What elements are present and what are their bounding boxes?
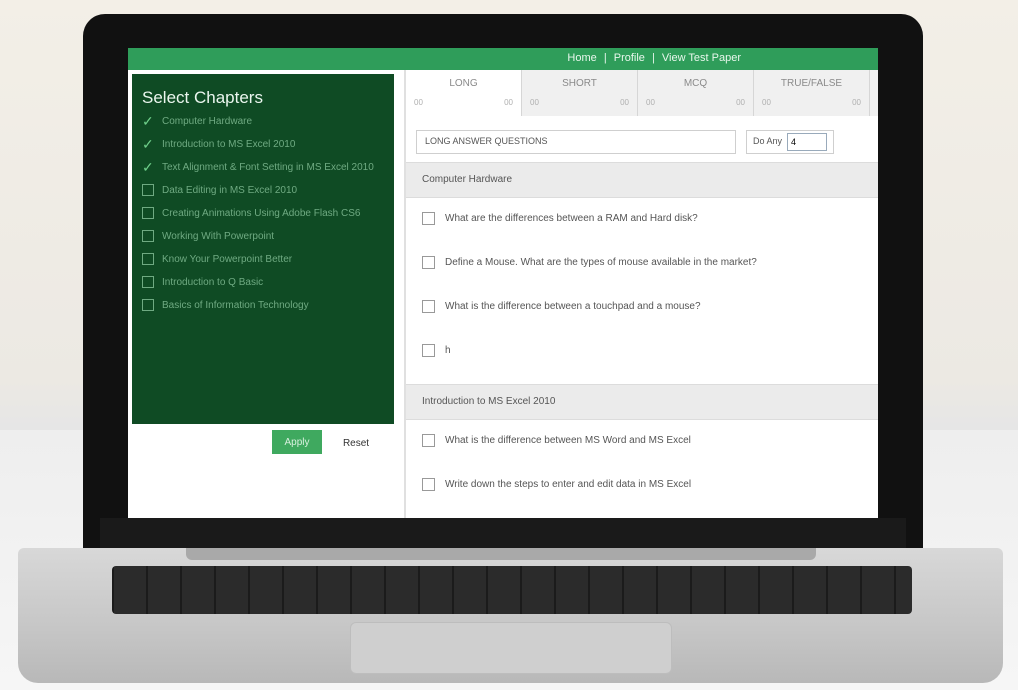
tab-label: TRUE/FALSE (780, 78, 843, 89)
question-checkbox[interactable] (422, 478, 435, 491)
tab-counts: 00 00 (646, 98, 745, 107)
checkmark-icon[interactable]: ✓ (142, 160, 154, 174)
chapter-item[interactable]: ✓ Introduction to MS Excel 2010 (142, 137, 388, 152)
question-checkbox[interactable] (422, 212, 435, 225)
tab-label: SHORT (562, 78, 597, 89)
chapter-checkbox[interactable] (142, 230, 154, 242)
tab-count: 00 (762, 98, 771, 107)
tab-count: 00 (852, 98, 861, 107)
chapter-item[interactable]: Know Your Powerpoint Better (142, 252, 388, 267)
nav-link-home[interactable]: Home (567, 52, 596, 64)
tab-label: MCQ (683, 78, 708, 89)
chapter-item[interactable]: Creating Animations Using Adobe Flash CS… (142, 206, 388, 221)
chapter-label: Computer Hardware (162, 116, 253, 127)
do-any-label: Do Any (753, 136, 783, 146)
question-checkbox[interactable] (422, 256, 435, 269)
chapter-item[interactable]: Working With Powerpoint (142, 229, 388, 244)
chapter-checkbox[interactable] (142, 184, 154, 196)
chapter-checkbox[interactable] (142, 253, 154, 265)
chapter-label: Creating Animations Using Adobe Flash CS… (162, 208, 361, 219)
question-item[interactable]: Write down the steps to enter and edit d… (422, 478, 691, 491)
question-text: Define a Mouse. What are the types of mo… (445, 257, 757, 268)
tab-count: 00 (620, 98, 629, 107)
nav-separator: | (651, 52, 655, 64)
top-nav-links: Home | Profile | View Test Paper (565, 52, 743, 64)
question-checkbox[interactable] (422, 344, 435, 357)
tab-counts: 00 00 (414, 98, 513, 107)
do-any-field: Do Any (746, 130, 834, 154)
tab-count: 00 (646, 98, 655, 107)
nav-separator: | (603, 52, 607, 64)
chapter-label: Introduction to MS Excel 2010 (162, 139, 296, 150)
tab-counts: 00 00 (762, 98, 861, 107)
chapter-checkbox[interactable] (142, 207, 154, 219)
chapter-checkbox[interactable] (142, 276, 154, 288)
chapter-item[interactable]: ✓ Computer Hardware (142, 114, 388, 129)
chapter-label: Data Editing in MS Excel 2010 (162, 185, 298, 196)
question-text: h (445, 345, 451, 356)
chapter-label: Basics of Information Technology (162, 300, 309, 311)
question-text: What is the difference between a touchpa… (445, 301, 701, 312)
chapter-sidebar: Select Chapters ✓ Computer Hardware ✓ In… (132, 74, 394, 454)
tab-count: 00 (736, 98, 745, 107)
reset-button[interactable]: Reset (330, 432, 382, 454)
chapter-item[interactable]: Basics of Information Technology (142, 298, 388, 313)
section-header: Computer Hardware (406, 162, 878, 198)
chapter-checkbox[interactable] (142, 299, 154, 311)
question-item[interactable]: h (422, 344, 451, 357)
do-any-input[interactable] (787, 133, 827, 151)
question-checkbox[interactable] (422, 300, 435, 313)
question-type-tabs: LONG 00 00 SHORT 00 00 MCQ 00 00 TRUE/FA… (406, 70, 878, 116)
question-text: What is the difference between MS Word a… (445, 435, 691, 446)
tab-counts: 00 00 (530, 98, 629, 107)
chapter-label: Text Alignment & Font Setting in MS Exce… (162, 162, 374, 173)
question-text: Write down the steps to enter and edit d… (445, 479, 692, 490)
tab-true-false[interactable]: TRUE/FALSE 00 00 (754, 70, 870, 116)
question-item[interactable]: What is the difference between a touchpa… (422, 300, 701, 313)
tab-count: 00 (414, 98, 423, 107)
question-item[interactable]: Define a Mouse. What are the types of mo… (422, 256, 757, 269)
tab-count: 00 (530, 98, 539, 107)
chapter-item[interactable]: Introduction to Q Basic (142, 275, 388, 290)
chapter-label: Working With Powerpoint (162, 231, 275, 242)
laptop-bezel-bottom (100, 518, 906, 550)
chapter-item[interactable]: Data Editing in MS Excel 2010 (142, 183, 388, 198)
question-checkbox[interactable] (422, 434, 435, 447)
tab-label: LONG (449, 78, 478, 89)
chapter-label: Know Your Powerpoint Better (162, 254, 293, 265)
chapter-label: Introduction to Q Basic (162, 277, 264, 288)
tab-count: 00 (504, 98, 513, 107)
chapter-item[interactable]: ✓ Text Alignment & Font Setting in MS Ex… (142, 160, 388, 175)
section-header: Introduction to MS Excel 2010 (406, 384, 878, 420)
tab-short[interactable]: SHORT 00 00 (522, 70, 638, 116)
nav-link-profile[interactable]: Profile (614, 52, 645, 64)
nav-link-view-test-paper[interactable]: View Test Paper (662, 52, 741, 64)
laptop-keyboard (112, 566, 912, 614)
question-text: What are the differences between a RAM a… (445, 213, 698, 224)
tab-mcq[interactable]: MCQ 00 00 (638, 70, 754, 116)
checkmark-icon[interactable]: ✓ (142, 137, 154, 151)
laptop-screen: Home | Profile | View Test Paper Select … (128, 48, 878, 518)
laptop-trackpad (350, 622, 672, 674)
laptop-hinge (186, 548, 816, 560)
top-navbar: Home | Profile | View Test Paper (128, 48, 878, 70)
apply-button[interactable]: Apply (272, 430, 322, 454)
question-panel: LONG 00 00 SHORT 00 00 MCQ 00 00 TRUE/FA… (404, 70, 878, 518)
chapter-list: ✓ Computer Hardware ✓ Introduction to MS… (142, 114, 388, 321)
question-item[interactable]: What is the difference between MS Word a… (422, 434, 691, 447)
tab-long[interactable]: LONG 00 00 (406, 70, 522, 116)
question-item[interactable]: What are the differences between a RAM a… (422, 212, 698, 225)
sidebar-title: Select Chapters (142, 88, 263, 107)
question-type-field[interactable]: LONG ANSWER QUESTIONS (416, 130, 736, 154)
checkmark-icon[interactable]: ✓ (142, 114, 154, 128)
